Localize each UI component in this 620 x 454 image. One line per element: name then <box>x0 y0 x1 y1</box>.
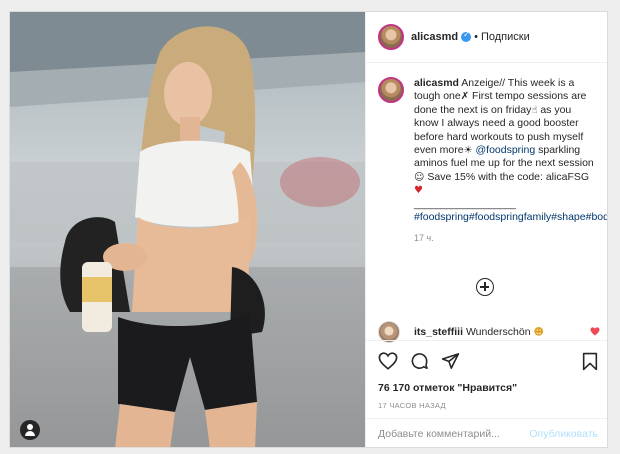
heart-eyes-emoji: ☻ <box>533 327 544 338</box>
verified-icon <box>461 30 472 42</box>
caption-mention-link[interactable]: @foodspring <box>476 144 536 156</box>
header-username[interactable]: alicasmd <box>411 31 458 43</box>
caption-hashtags[interactable]: #foodspring#foodspringfamily#shape#bodys… <box>414 211 607 223</box>
caption-line5: Save 15% with the code: alicaFSG <box>424 170 590 183</box>
red-heart-emoji: ♥ <box>414 185 423 197</box>
heart-icon[interactable] <box>378 352 398 370</box>
follow-status-button[interactable]: Подписки <box>481 31 530 43</box>
user-tag-icon[interactable] <box>20 420 40 440</box>
caption-avatar[interactable] <box>378 77 404 103</box>
commenter-username[interactable]: its_steffiii <box>414 326 463 338</box>
posted-time[interactable]: 17 ЧАСОВ НАЗАД <box>366 394 607 410</box>
post-photo[interactable] <box>10 12 365 447</box>
caption-text: alicasmd Anzeige// This week is a tough … <box>414 77 607 246</box>
praying-hands-emoji: ☀ <box>463 145 473 157</box>
woman-gesture-emoji: ✗ <box>460 91 470 103</box>
add-comment-bar: Опубликовать <box>366 418 607 447</box>
post-dialog: alicasmd • Подписки alicasmd Anzeige// T… <box>9 11 608 448</box>
comment-body: its_steffiii Wunderschön ☻ <box>414 326 544 338</box>
caption-divider: ___________________ <box>414 197 516 210</box>
comment-input[interactable] <box>378 428 528 440</box>
caption-time: 17 ч. <box>414 233 434 244</box>
caption-username[interactable]: alicasmd <box>414 77 459 89</box>
separator-dot: • <box>474 31 478 43</box>
photo-illustration <box>10 12 365 447</box>
share-icon[interactable] <box>441 352 460 370</box>
comment-text: Wunderschön <box>465 326 531 338</box>
avatar[interactable] <box>378 24 404 50</box>
comment-like-heart-icon[interactable] <box>590 327 600 336</box>
plus-circle-icon[interactable] <box>476 278 494 296</box>
bookmark-icon[interactable] <box>582 352 598 371</box>
post-side-panel: alicasmd • Подписки alicasmd Anzeige// T… <box>365 12 607 447</box>
likes-count[interactable]: 76 170 отметок "Нравится" <box>366 373 607 394</box>
comments-section: alicasmd Anzeige// This week is a tough … <box>366 63 607 343</box>
action-icons <box>366 341 607 373</box>
post-header: alicasmd • Подписки <box>366 12 607 63</box>
raising-hands-emoji: ☺ <box>414 171 425 183</box>
post-caption: alicasmd Anzeige// This week is a tough … <box>366 63 607 246</box>
post-actions: 76 170 отметок "Нравится" 17 ЧАСОВ НАЗАД <box>366 340 607 410</box>
publish-button[interactable]: Опубликовать <box>529 428 598 440</box>
comment-icon[interactable] <box>410 352 429 371</box>
